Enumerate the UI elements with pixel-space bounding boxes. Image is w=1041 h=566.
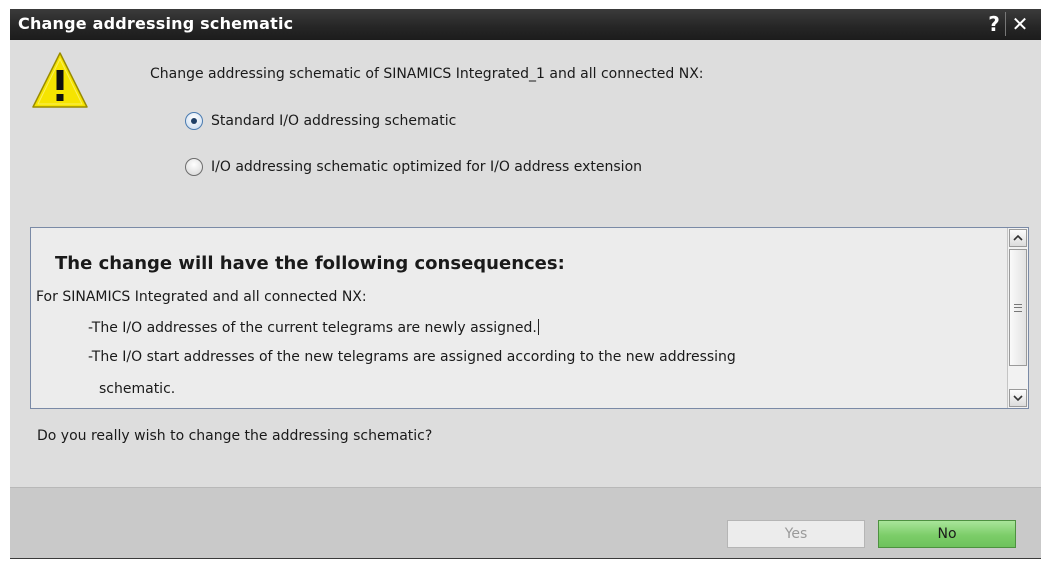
option-label[interactable]: Standard I/O addressing schematic (211, 113, 456, 129)
option-standard-addressing[interactable]: Standard I/O addressing schematic (185, 110, 456, 132)
consequences-textbox[interactable]: The change will have the following conse… (30, 227, 1029, 409)
close-icon[interactable]: ✕ (1009, 12, 1031, 36)
scroll-up-button[interactable] (1009, 229, 1027, 247)
chevron-down-icon (1013, 395, 1023, 401)
radio-dot (191, 118, 197, 124)
dialog-title: Change addressing schematic (18, 14, 294, 33)
option-label[interactable]: I/O addressing schematic optimized for I… (211, 159, 642, 175)
scroll-down-button[interactable] (1009, 389, 1027, 407)
consequences-line: -The I/O addresses of the current telegr… (88, 319, 539, 336)
text-caret (537, 319, 539, 335)
radio-button-unselected[interactable] (185, 158, 203, 176)
yes-button[interactable]: Yes (727, 520, 865, 548)
consequences-line: -The I/O start addresses of the new tele… (88, 349, 736, 365)
title-bar[interactable]: Change addressing schematic ? ✕ (10, 9, 1041, 40)
grip-icon (1014, 303, 1022, 312)
prompt-text: Change addressing schematic of SINAMICS … (150, 66, 704, 82)
consequences-heading: The change will have the following conse… (55, 253, 565, 274)
consequences-line-text: -The I/O addresses of the current telegr… (88, 320, 537, 336)
help-icon[interactable]: ? (983, 12, 1006, 36)
dialog-footer: Yes No (10, 487, 1041, 558)
consequences-line: schematic. (99, 381, 176, 397)
no-button[interactable]: No (878, 520, 1016, 548)
change-addressing-dialog: Change addressing schematic ? ✕ Change a… (10, 9, 1041, 559)
option-optimized-addressing[interactable]: I/O addressing schematic optimized for I… (185, 156, 642, 178)
confirmation-question: Do you really wish to change the address… (37, 428, 433, 444)
consequences-line: For SINAMICS Integrated and all connecte… (36, 289, 367, 305)
chevron-up-icon (1013, 235, 1023, 241)
vertical-scrollbar[interactable] (1007, 228, 1028, 408)
radio-button-selected[interactable] (185, 112, 203, 130)
warning-icon (32, 52, 88, 108)
scrollbar-thumb[interactable] (1009, 249, 1027, 366)
